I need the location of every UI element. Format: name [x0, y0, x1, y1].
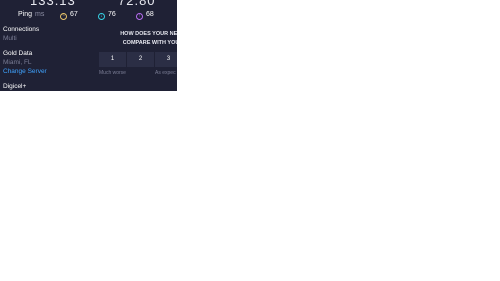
ping-label: Ping	[18, 11, 33, 18]
connections-value: Multi	[3, 35, 17, 42]
upload-arrow-icon: ↑	[136, 13, 143, 20]
isp-info: Digicel+	[3, 82, 93, 91]
download-latency-metric: ↓ 76	[98, 11, 116, 20]
survey-question: HOW DOES YOUR NETW COMPARE WITH YOUR	[98, 30, 177, 48]
isp-name: Digicel+	[3, 83, 27, 90]
rating-button-2[interactable]: 2	[127, 52, 154, 67]
rating-button-1[interactable]: 1	[99, 52, 126, 67]
rating-scale-mid-label: As expec	[155, 70, 176, 76]
upload-speed-value: 72.80	[118, 0, 156, 8]
upload-latency-value: 68	[146, 11, 154, 18]
rating-scale-low-label: Much worse	[99, 70, 126, 76]
change-server-link[interactable]: Change Server	[3, 67, 93, 76]
ping-unit: ms	[35, 11, 45, 18]
rating-buttons: 1 2 3	[99, 52, 177, 67]
server-info: Gold Data Miami, FL Change Server	[3, 49, 93, 76]
connections-info: Connections Multi	[3, 25, 93, 43]
speed-values-row: 133.13 72.80	[0, 0, 177, 8]
survey-question-line-1: HOW DOES YOUR NETW	[120, 31, 177, 37]
download-speed-value: 133.13	[30, 0, 76, 8]
jitter-value: 67	[70, 11, 78, 18]
jitter-icon: ~	[60, 13, 67, 20]
server-name: Gold Data	[3, 50, 33, 57]
upload-latency-metric: ↑ 68	[136, 11, 154, 20]
speedtest-results-panel: 133.13 72.80 Ping ms ~67 ↓ 76 ↑ 68 Connect…	[0, 0, 177, 91]
server-location: Miami, FL	[3, 59, 32, 66]
jitter-metric: ~67	[60, 11, 78, 20]
connections-label: Connections	[3, 26, 40, 33]
survey-question-line-2: COMPARE WITH YOUR	[122, 40, 177, 46]
ping-row: Ping ms ~67 ↓ 76 ↑ 68	[0, 11, 177, 21]
download-latency-value: 76	[108, 11, 116, 18]
rating-button-3[interactable]: 3	[155, 52, 177, 67]
download-arrow-icon: ↓	[98, 13, 105, 20]
